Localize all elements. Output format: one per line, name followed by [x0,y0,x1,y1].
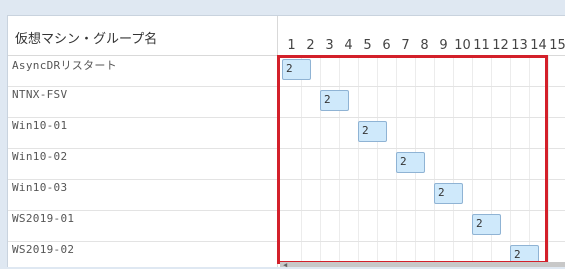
table-row: WS2019-01 2 [8,211,565,242]
day-header: 11 [473,38,490,53]
schedule-bar[interactable]: 2 [472,214,501,235]
vm-group-name: WS2019-02 [8,242,278,267]
day-header: 1 [287,38,296,53]
day-header: 2 [306,38,315,53]
horizontal-scrollbar[interactable] [280,262,565,267]
table-row: Win10-03 2 [8,180,565,211]
schedule-bar[interactable]: 2 [320,90,349,111]
vm-group-name: NTNX-FSV [8,87,278,118]
day-header: 8 [420,38,429,53]
vm-group-name: Win10-02 [8,149,278,180]
scroll-left-arrow-icon[interactable]: ◀ [283,261,287,269]
day-header: 7 [401,38,410,53]
schedule-bar[interactable]: 2 [282,59,311,80]
vm-group-name: AsyncDRリスタート [8,56,278,87]
table-row: Win10-02 2 [8,149,565,180]
day-header: 13 [511,38,528,53]
day-header: 9 [439,38,448,53]
day-header: 5 [363,38,372,53]
schedule-bar[interactable]: 2 [396,152,425,173]
vm-group-name: Win10-01 [8,118,278,149]
table-row: NTNX-FSV 2 [8,87,565,118]
vm-group-name: Win10-03 [8,180,278,211]
table-row: AsyncDRリスタート 2 [8,56,565,87]
day-header: 10 [454,38,471,53]
schedule-bar[interactable]: 2 [434,183,463,204]
day-header: 12 [492,38,509,53]
schedule-bar[interactable]: 2 [358,121,387,142]
day-header: 4 [344,38,353,53]
grid-header: 仮想マシン・グループ名 1 2 3 4 5 6 7 8 9 10 11 12 13 14 15 [8,16,565,56]
name-column-header: 仮想マシン・グループ名 [8,16,278,56]
day-header: 3 [325,38,334,53]
schedule-grid: 仮想マシン・グループ名 1 2 3 4 5 6 7 8 9 10 11 12 13 14 15 AsyncD… [7,15,565,267]
day-header: 14 [530,38,547,53]
day-header: 15 [549,38,565,53]
table-row: Win10-01 2 [8,118,565,149]
day-header: 6 [382,38,391,53]
vm-group-name: WS2019-01 [8,211,278,242]
